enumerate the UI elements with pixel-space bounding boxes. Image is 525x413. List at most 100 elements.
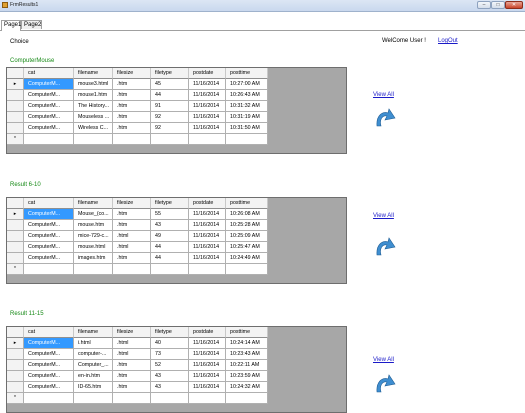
row-header[interactable]: * [7,134,24,145]
cell-postdate[interactable]: 11/16/2014 [189,90,226,101]
cell-filesize[interactable]: .htm [113,90,151,101]
cell-filename[interactable]: en-in.htm [74,371,113,382]
cell-cat[interactable]: ComputerM... [24,231,74,242]
column-header-posttime[interactable]: posttime [226,68,268,79]
column-header-posttime[interactable]: posttime [226,198,268,209]
empty-cell[interactable] [226,264,268,275]
logout-link[interactable]: LogOut [438,38,458,44]
column-header-postdate[interactable]: postdate [189,68,226,79]
empty-cell[interactable] [113,393,151,404]
column-header-cat[interactable]: cat [24,68,74,79]
refresh-icon[interactable] [372,372,396,394]
cell-filesize[interactable]: .htm [113,79,151,90]
cell-filesize[interactable]: .html [113,349,151,360]
cell-filename[interactable]: Mouseless ... [74,112,113,123]
cell-filename[interactable]: mice-729-c... [74,231,113,242]
cell-posttime[interactable]: 10:23:43 AM [226,349,268,360]
cell-filename[interactable]: images.htm [74,253,113,264]
cell-cat[interactable]: ComputerM... [24,90,74,101]
row-header[interactable] [7,101,24,112]
cell-cat[interactable]: ComputerM... [24,112,74,123]
results-grid[interactable]: cat filename filesize filetype postdate postt… [6,67,347,154]
cell-posttime[interactable]: 10:25:47 AM [226,242,268,253]
cell-filetype[interactable]: 44 [151,253,189,264]
empty-cell[interactable] [24,264,74,275]
row-header[interactable] [7,382,24,393]
row-header[interactable] [7,220,24,231]
cell-postdate[interactable]: 11/16/2014 [189,209,226,220]
empty-cell[interactable] [24,393,74,404]
cell-filename[interactable]: Mouse_(co... [74,209,113,220]
cell-cat[interactable]: ComputerM... [24,220,74,231]
empty-cell[interactable] [189,393,226,404]
cell-filename[interactable]: mouse3.html [74,79,113,90]
cell-posttime[interactable]: 10:31:19 AM [226,112,268,123]
empty-cell[interactable] [74,134,113,145]
cell-posttime[interactable]: 10:25:28 AM [226,220,268,231]
empty-cell[interactable] [226,393,268,404]
cell-filename[interactable]: computer-... [74,349,113,360]
cell-filetype[interactable]: 91 [151,101,189,112]
cell-postdate[interactable]: 11/16/2014 [189,338,226,349]
cell-cat[interactable]: ComputerM... [24,382,74,393]
refresh-icon[interactable] [372,106,396,128]
cell-filesize[interactable]: .htm [113,253,151,264]
cell-posttime[interactable]: 10:24:14 AM [226,338,268,349]
results-grid[interactable]: cat filename filesize filetype postdate postt… [6,326,347,413]
cell-postdate[interactable]: 11/16/2014 [189,123,226,134]
cell-filetype[interactable]: 44 [151,90,189,101]
row-header[interactable] [7,371,24,382]
cell-postdate[interactable]: 11/16/2014 [189,349,226,360]
cell-cat[interactable]: ComputerM... [24,349,74,360]
tab-page1[interactable]: Page1 [1,20,21,31]
maximize-button[interactable]: □ [491,1,505,9]
cell-posttime[interactable]: 10:24:32 AM [226,382,268,393]
cell-filetype[interactable]: 55 [151,209,189,220]
row-header[interactable] [7,253,24,264]
column-header-postdate[interactable]: postdate [189,198,226,209]
cell-filesize[interactable]: .html [113,231,151,242]
cell-cat[interactable]: ComputerM... [24,242,74,253]
cell-postdate[interactable]: 11/16/2014 [189,242,226,253]
cell-filename[interactable]: mouse.html [74,242,113,253]
cell-posttime[interactable]: 10:23:59 AM [226,371,268,382]
cell-posttime[interactable]: 10:24:49 AM [226,253,268,264]
cell-filesize[interactable]: .htm [113,360,151,371]
empty-cell[interactable] [151,393,189,404]
cell-filetype[interactable]: 92 [151,123,189,134]
cell-postdate[interactable]: 11/16/2014 [189,360,226,371]
cell-posttime[interactable]: 10:25:09 AM [226,231,268,242]
cell-postdate[interactable]: 11/16/2014 [189,371,226,382]
cell-cat[interactable]: ComputerM... [24,371,74,382]
cell-filesize[interactable]: .htm [113,112,151,123]
cell-filesize[interactable]: .html [113,338,151,349]
cell-filetype[interactable]: 73 [151,349,189,360]
cell-filetype[interactable]: 45 [151,79,189,90]
empty-cell[interactable] [74,393,113,404]
column-header-cat[interactable]: cat [24,198,74,209]
row-header[interactable]: ▸ [7,79,24,90]
cell-postdate[interactable]: 11/16/2014 [189,101,226,112]
cell-filename[interactable]: Wireless C... [74,123,113,134]
cell-filetype[interactable]: 44 [151,242,189,253]
cell-postdate[interactable]: 11/16/2014 [189,220,226,231]
column-header-filetype[interactable]: filetype [151,198,189,209]
cell-filename[interactable]: mouse1.htm [74,90,113,101]
column-header-filename[interactable]: filename [74,198,113,209]
column-header-filetype[interactable]: filetype [151,327,189,338]
row-header[interactable] [7,90,24,101]
column-header-filename[interactable]: filename [74,68,113,79]
empty-cell[interactable] [189,134,226,145]
cell-cat[interactable]: ComputerM... [24,123,74,134]
minimize-button[interactable]: – [477,1,491,9]
column-header-postdate[interactable]: postdate [189,327,226,338]
cell-filename[interactable]: Computer_... [74,360,113,371]
cell-posttime[interactable]: 10:26:08 AM [226,209,268,220]
row-header[interactable] [7,112,24,123]
cell-postdate[interactable]: 11/16/2014 [189,382,226,393]
cell-postdate[interactable]: 11/16/2014 [189,231,226,242]
view-all-link[interactable]: View All [373,92,394,98]
column-header-filesize[interactable]: filesize [113,198,151,209]
cell-filetype[interactable]: 43 [151,382,189,393]
cell-cat[interactable]: ComputerM... [24,101,74,112]
